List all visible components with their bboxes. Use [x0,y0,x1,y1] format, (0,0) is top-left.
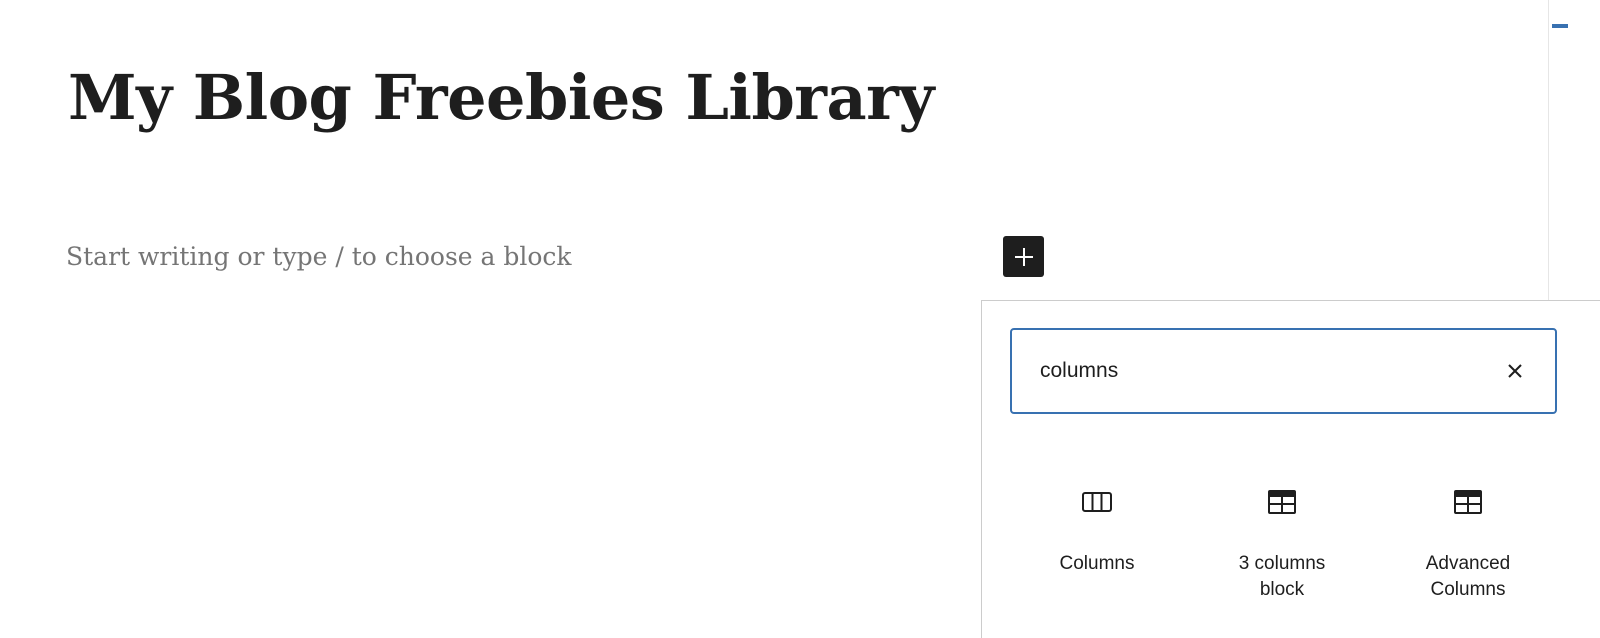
scrollbar-track [1548,0,1549,300]
block-item-advanced-columns[interactable]: Advanced Columns [1375,471,1561,611]
close-icon [1508,364,1522,378]
columns-block-icon [1082,492,1112,512]
post-title[interactable]: My Blog Freebies Library [68,58,934,138]
block-search-box [1010,328,1557,414]
block-item-label: Advanced Columns [1425,553,1511,600]
scroll-indicator[interactable] [1552,24,1568,28]
block-placeholder[interactable]: Start writing or type / to choose a bloc… [66,238,572,276]
plus-icon [1014,247,1033,266]
table-block-icon [1454,490,1482,514]
block-item-3-columns-block[interactable]: 3 columns block [1189,471,1375,611]
table-block-icon [1268,490,1296,514]
block-inserter-popover: Columns 3 columns block [981,300,1600,638]
block-inserter-toggle-button[interactable] [1003,236,1044,277]
block-item-label: 3 columns block [1238,553,1326,600]
block-results-list: Columns 3 columns block Advanced Columns [1004,471,1564,611]
block-search-input[interactable] [1040,330,1480,412]
block-item-columns[interactable]: Columns [1004,471,1190,611]
block-item-label: Columns [1059,553,1135,574]
clear-search-button[interactable] [1495,351,1535,391]
